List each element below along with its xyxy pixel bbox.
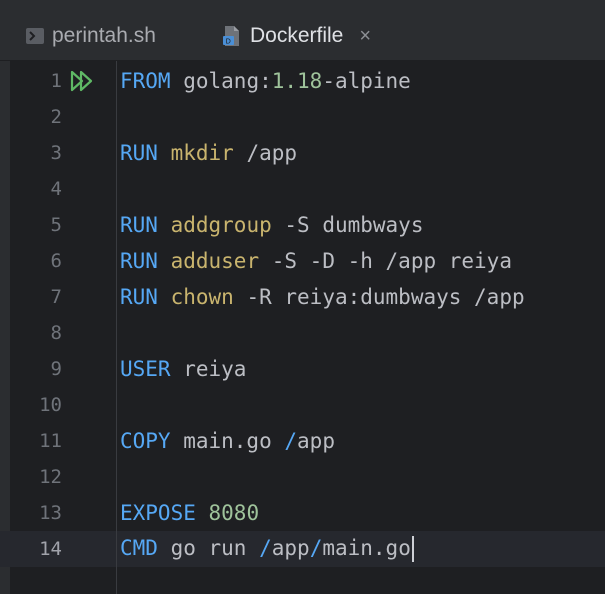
code-text: USER reiya — [120, 357, 247, 381]
line-number: 6 — [50, 250, 62, 272]
code-line-7[interactable]: 7 RUN chown -R reiya:dumbways /app — [0, 279, 605, 315]
close-tab-icon[interactable]: × — [359, 25, 371, 48]
code-line-4[interactable]: 4 — [0, 171, 605, 207]
text-cursor — [411, 536, 414, 562]
code-line-8[interactable]: 8 — [0, 315, 605, 351]
terminal-script-icon — [26, 28, 44, 44]
code-line-2[interactable]: 2 — [0, 99, 605, 135]
editor-tab-bar: perintah.sh D Dockerfile × — [0, 0, 605, 61]
code-line-5[interactable]: 5 RUN addgroup -S dumbways — [0, 207, 605, 243]
code-text: RUN mkdir /app — [120, 141, 298, 165]
code-text: FROM golang:1.18-alpine — [120, 69, 411, 93]
line-number: 12 — [39, 466, 62, 488]
tab-label: Dockerfile — [250, 24, 344, 47]
tab-dockerfile[interactable]: D Dockerfile × — [222, 14, 371, 58]
line-number: 5 — [50, 214, 62, 236]
line-number: 10 — [39, 394, 62, 416]
line-number: 7 — [50, 286, 62, 308]
docker-file-icon: D — [222, 25, 242, 47]
line-number: 11 — [39, 430, 62, 452]
window-top-strip — [0, 0, 605, 10]
code-line-14[interactable]: 14 CMD go run /app/main.go — [0, 531, 605, 567]
tab-label: perintah.sh — [52, 24, 156, 47]
code-line-9[interactable]: 9 USER reiya — [0, 351, 605, 387]
code-text: RUN chown -R reiya:dumbways /app — [120, 285, 525, 309]
code-line-12[interactable]: 12 — [0, 459, 605, 495]
code-line-13[interactable]: 13 EXPOSE 8080 — [0, 495, 605, 531]
code-text: CMD go run /app/main.go — [120, 536, 414, 562]
code-line-11[interactable]: 11 COPY main.go /app — [0, 423, 605, 459]
line-number: 3 — [50, 142, 62, 164]
tab-perintah-sh[interactable]: perintah.sh — [26, 14, 156, 58]
code-text: RUN addgroup -S dumbways — [120, 213, 424, 237]
code-text: RUN adduser -S -D -h /app reiya — [120, 249, 512, 273]
gutter-separator — [116, 61, 117, 594]
line-number: 9 — [50, 358, 62, 380]
code-text: COPY main.go /app — [120, 429, 335, 453]
run-gutter-icon[interactable] — [70, 70, 96, 96]
line-number: 2 — [50, 106, 62, 128]
line-number: 13 — [39, 502, 62, 524]
line-number: 8 — [50, 322, 62, 344]
line-number: 4 — [50, 178, 62, 200]
code-text: EXPOSE 8080 — [120, 501, 260, 525]
code-line-6[interactable]: 6 RUN adduser -S -D -h /app reiya — [0, 243, 605, 279]
code-line-3[interactable]: 3 RUN mkdir /app — [0, 135, 605, 171]
svg-text:D: D — [226, 38, 231, 46]
line-number: 14 — [39, 538, 62, 560]
code-line-10[interactable]: 10 — [0, 387, 605, 423]
code-line-1[interactable]: 1 FROM golang:1.18-alpine — [0, 63, 605, 99]
line-number: 1 — [50, 70, 62, 92]
